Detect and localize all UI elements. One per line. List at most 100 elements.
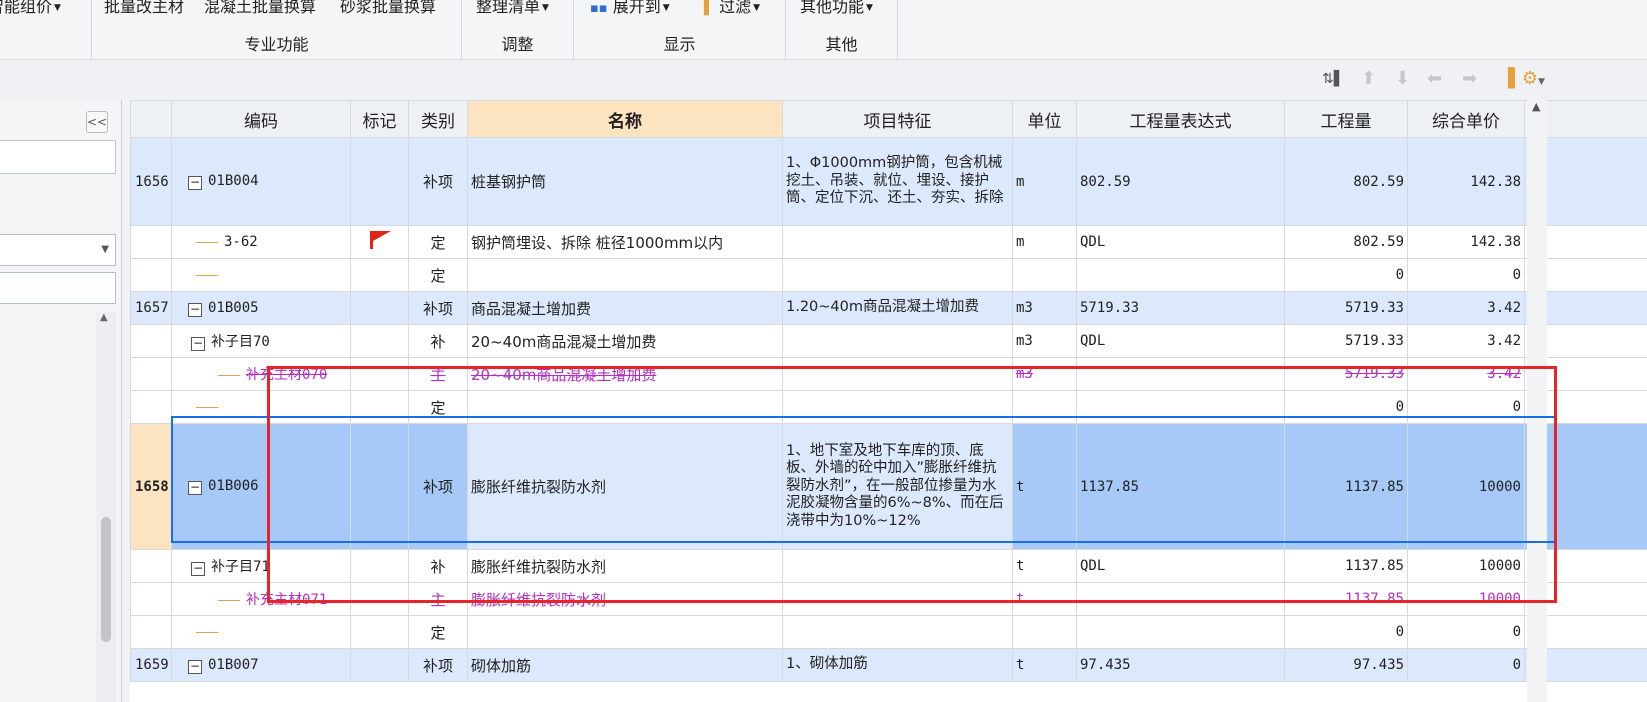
unit-price-cell[interactable]: 10000	[1407, 582, 1525, 616]
unit-price-cell[interactable]: 142.38	[1407, 137, 1525, 226]
quantity-cell[interactable]: 1137.85	[1284, 582, 1408, 616]
collapse-panel-button[interactable]: <<	[86, 111, 108, 133]
unit-cell[interactable]	[1012, 390, 1077, 424]
name-cell[interactable]	[467, 390, 783, 424]
code-cell[interactable]: 补充主材071	[171, 582, 351, 616]
quantity-cell[interactable]: 802.59	[1284, 225, 1408, 259]
unit-cell[interactable]: t	[1012, 582, 1077, 616]
expression-cell[interactable]	[1076, 582, 1285, 616]
mark-cell[interactable]	[350, 648, 409, 682]
col-header-expression[interactable]: 工程量表达式	[1076, 100, 1285, 138]
settings-icon[interactable]: ▌⚙▼	[1508, 68, 1545, 90]
quantity-cell[interactable]: 97.435	[1284, 648, 1408, 682]
table-row[interactable]: 定 00	[130, 615, 1647, 649]
col-header-unit[interactable]: 单位	[1012, 100, 1077, 138]
feature-cell[interactable]: 1、Φ1000mm钢护筒，包含机械挖土、吊装、就位、埋设、接护筒、定位下沉、还土…	[782, 137, 1013, 226]
type-cell[interactable]: 主	[408, 357, 468, 391]
expression-cell[interactable]: QDL	[1076, 549, 1285, 583]
code-cell[interactable]: − 补子目71	[171, 549, 351, 583]
quantity-cell[interactable]: 802.59	[1284, 137, 1408, 226]
unit-price-cell[interactable]: 10000	[1407, 423, 1525, 550]
move-down-icon[interactable]: ⬇	[1395, 68, 1410, 90]
table-row[interactable]: − 补子目71 补膨胀纤维抗裂防水剂 t QDL 1137.85 10000	[130, 549, 1647, 583]
unit-price-cell[interactable]: 3.42	[1407, 357, 1525, 391]
quantity-cell[interactable]: 5719.33	[1284, 291, 1408, 325]
mark-cell[interactable]	[350, 357, 409, 391]
unit-price-cell[interactable]: 0	[1407, 615, 1525, 649]
name-cell[interactable]	[467, 258, 783, 292]
scroll-up-icon[interactable]: ▲	[100, 312, 108, 323]
code-cell[interactable]: 3-62	[171, 225, 351, 259]
table-row[interactable]: 1656−01B004 补项 桩基钢护筒 1、Φ1000mm钢护筒，包含机械挖土、吊装…	[130, 137, 1647, 226]
scroll-up-icon[interactable]: ▲	[1532, 100, 1540, 113]
type-cell[interactable]: 定	[408, 615, 468, 649]
left-panel-input[interactable]	[0, 272, 116, 304]
type-cell[interactable]: 补项	[408, 648, 468, 682]
table-row[interactable]: − 补子目70 补 20~40m商品混凝土增加费 m3 QDL 5719.33 3.42	[130, 324, 1647, 358]
name-cell[interactable]: 20~40m商品混凝土增加费	[467, 357, 783, 391]
unit-cell[interactable]: m3	[1012, 291, 1077, 325]
feature-cell[interactable]	[782, 324, 1013, 358]
col-header-unit-price[interactable]: 综合单价	[1407, 100, 1525, 138]
mark-cell[interactable]	[350, 291, 409, 325]
name-cell[interactable]: 膨胀纤维抗裂防水剂	[467, 549, 783, 583]
collapse-tree-icon[interactable]: −	[191, 562, 205, 576]
mark-cell[interactable]	[350, 137, 409, 226]
feature-cell[interactable]	[782, 390, 1013, 424]
collapse-tree-icon[interactable]: −	[188, 659, 202, 674]
table-row[interactable]: 1657−01B005 补项 商品混凝土增加费 1.20~40m商品混凝土增加费 m3 5…	[130, 291, 1647, 325]
expand-to-button[interactable]: ▪▪ 展开到 ▼	[590, 0, 670, 17]
col-header-code[interactable]: 编码	[171, 100, 351, 138]
unit-cell[interactable]: m3	[1012, 324, 1077, 358]
code-cell[interactable]: −01B004	[171, 137, 351, 226]
code-cell[interactable]: −01B007	[171, 648, 351, 682]
smart-price-button[interactable]: 智能组价▼	[0, 0, 61, 17]
collapse-tree-icon[interactable]: −	[188, 481, 202, 495]
unit-cell[interactable]: m3	[1012, 357, 1077, 391]
left-panel-scrollbar[interactable]: ▲	[96, 312, 116, 702]
expression-cell[interactable]: 1137.85	[1076, 423, 1285, 550]
type-cell[interactable]: 定	[408, 390, 468, 424]
mark-cell[interactable]	[350, 615, 409, 649]
name-cell[interactable]: 钢护筒埋设、拆除 桩径1000mm以内	[467, 225, 783, 259]
mark-cell[interactable]	[350, 390, 409, 424]
unit-price-cell[interactable]: 0	[1407, 648, 1525, 682]
unit-price-cell[interactable]: 3.42	[1407, 324, 1525, 358]
code-cell[interactable]: −01B006	[171, 423, 351, 550]
feature-cell[interactable]	[782, 357, 1013, 391]
collapse-tree-icon[interactable]: −	[191, 337, 205, 351]
unit-cell[interactable]: t	[1012, 648, 1077, 682]
unit-price-cell[interactable]: 0	[1407, 390, 1525, 424]
type-cell[interactable]: 定	[408, 258, 468, 292]
name-cell[interactable]: 桩基钢护筒	[467, 137, 783, 226]
unit-cell[interactable]	[1012, 258, 1077, 292]
expression-cell[interactable]	[1076, 615, 1285, 649]
expression-cell[interactable]: 802.59	[1076, 137, 1285, 226]
row-number[interactable]	[130, 324, 172, 358]
code-cell[interactable]	[171, 258, 351, 292]
unit-price-cell[interactable]: 10000	[1407, 549, 1525, 583]
expression-cell[interactable]	[1076, 357, 1285, 391]
batch-main-material-button[interactable]: 批量改主材	[104, 0, 184, 17]
code-cell[interactable]: 补充主材070	[171, 357, 351, 391]
table-row[interactable]: 3-62 定钢护筒埋设、拆除 桩径1000mm以内 m QDL 802.59 142.38	[130, 225, 1647, 259]
collapse-tree-icon[interactable]: −	[188, 176, 202, 190]
expression-cell[interactable]	[1076, 258, 1285, 292]
sort-icon[interactable]: ⇅▌	[1322, 68, 1345, 90]
feature-cell[interactable]	[782, 582, 1013, 616]
type-cell[interactable]: 补项	[408, 291, 468, 325]
move-right-icon[interactable]: ➡	[1462, 68, 1477, 90]
other-functions-button[interactable]: 其他功能 ▼	[800, 0, 873, 17]
name-cell[interactable]: 20~40m商品混凝土增加费	[467, 324, 783, 358]
type-cell[interactable]: 主	[408, 582, 468, 616]
mortar-batch-button[interactable]: 砂浆批量换算	[340, 0, 436, 17]
col-header-mark[interactable]: 标记	[350, 100, 409, 138]
name-cell[interactable]: 砌体加筋	[467, 648, 783, 682]
code-cell[interactable]: −01B005	[171, 291, 351, 325]
row-number[interactable]: 1658	[130, 423, 172, 550]
left-panel-field[interactable]	[0, 140, 116, 174]
row-number[interactable]	[130, 549, 172, 583]
feature-cell[interactable]	[782, 225, 1013, 259]
unit-price-cell[interactable]: 3.42	[1407, 291, 1525, 325]
scroll-thumb[interactable]	[101, 517, 111, 642]
